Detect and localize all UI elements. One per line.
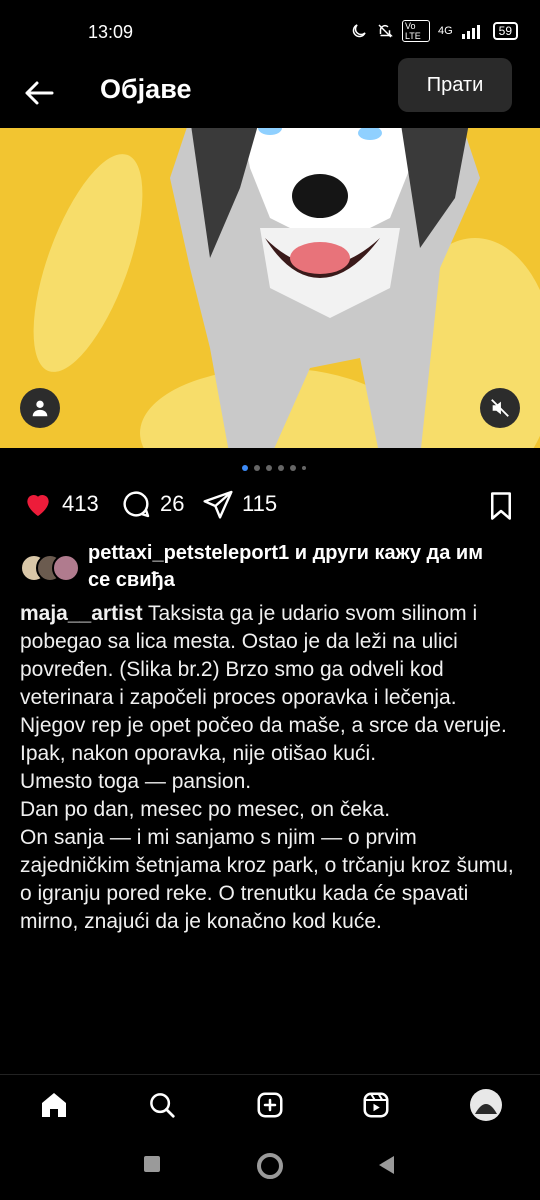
home-icon <box>42 1093 66 1117</box>
action-bar: 413 26 115 <box>0 488 540 528</box>
carousel-dot <box>254 465 260 471</box>
speaker-muted-icon <box>491 399 509 417</box>
signal-icon <box>461 25 480 39</box>
share-count[interactable]: 115 <box>242 491 277 517</box>
comment-count[interactable]: 26 <box>160 491 184 517</box>
back-triangle-icon[interactable] <box>376 1154 398 1176</box>
husky-dog-illustration <box>170 128 480 448</box>
status-bar: 13:09 Vo LTE 4G 59 <box>0 0 540 64</box>
carousel-dot <box>302 466 306 470</box>
recents-square-icon[interactable] <box>142 1154 162 1174</box>
paw-pad-shape <box>11 141 165 385</box>
home-circle-icon[interactable] <box>256 1152 284 1180</box>
caption-line: Njegov rep je opet počeo da maše, a srce… <box>20 714 507 737</box>
comment-group: 26 <box>120 488 184 520</box>
carousel-dot <box>278 465 284 471</box>
search-icon <box>150 1093 175 1118</box>
network-type: 4G <box>437 25 453 37</box>
comment-icon[interactable] <box>120 488 152 520</box>
liker-avatars <box>20 554 80 582</box>
page-title: Објаве <box>100 74 192 104</box>
status-time: 13:09 <box>88 22 134 42</box>
status-icons: Vo LTE 4G 59 <box>350 20 518 42</box>
follow-button[interactable]: Прати <box>398 58 512 112</box>
carousel-dot <box>266 465 272 471</box>
create-icon <box>257 1092 283 1118</box>
back-arrow-icon[interactable] <box>22 76 56 110</box>
nav-create[interactable] <box>252 1087 288 1123</box>
caption-line: Dan po dan, mesec po mesec, on čeka. <box>20 798 391 821</box>
carousel-dot <box>242 465 248 471</box>
like-group: 413 <box>22 488 99 520</box>
share-group: 115 <box>202 488 277 520</box>
volte-icon: Vo LTE <box>401 20 430 42</box>
caption-line: Umesto toga — pansion. <box>20 770 252 793</box>
battery-icon: 59 <box>492 22 518 40</box>
heart-icon[interactable] <box>22 488 54 520</box>
caption-line: Ipak, nakon oporavka, nije otišao kući. <box>20 742 377 765</box>
avatar <box>52 554 80 582</box>
mute-button[interactable] <box>480 388 520 428</box>
nav-home[interactable] <box>36 1087 72 1123</box>
profile-avatar <box>470 1089 502 1121</box>
post-caption: maja__artist Taksista ga je udario svom … <box>20 600 520 1074</box>
caption-username[interactable]: maja__artist <box>20 602 143 625</box>
system-nav-bar <box>0 1134 540 1200</box>
caption-line: maja__artist Taksista ga je udario svom … <box>20 600 520 712</box>
top-bar: Објаве Прати <box>0 56 540 128</box>
bottom-nav <box>0 1074 540 1135</box>
carousel-dot <box>290 465 296 471</box>
bell-off-icon <box>378 24 393 38</box>
bookmark-icon[interactable] <box>486 490 516 522</box>
share-paper-plane-icon[interactable] <box>202 488 234 520</box>
carousel-indicator <box>242 465 306 471</box>
reels-icon <box>363 1092 389 1118</box>
caption-line: On sanja — i mi sanjamo s njim — o prvim… <box>20 826 514 933</box>
moon-icon <box>352 24 366 38</box>
person-icon <box>32 400 48 417</box>
liker-username[interactable]: pettaxi_petsteleport1 <box>88 542 289 564</box>
like-count[interactable]: 413 <box>62 491 99 517</box>
nav-search[interactable] <box>144 1087 180 1123</box>
nav-profile[interactable] <box>468 1087 504 1123</box>
post-image[interactable] <box>0 128 540 448</box>
liked-by-text: pettaxi_petsteleport1 и други кажу да им… <box>88 540 508 594</box>
tagged-people-button[interactable] <box>20 388 60 428</box>
liked-by-row[interactable]: pettaxi_petsteleport1 и други кажу да им… <box>20 540 520 600</box>
nav-reels[interactable] <box>358 1087 394 1123</box>
